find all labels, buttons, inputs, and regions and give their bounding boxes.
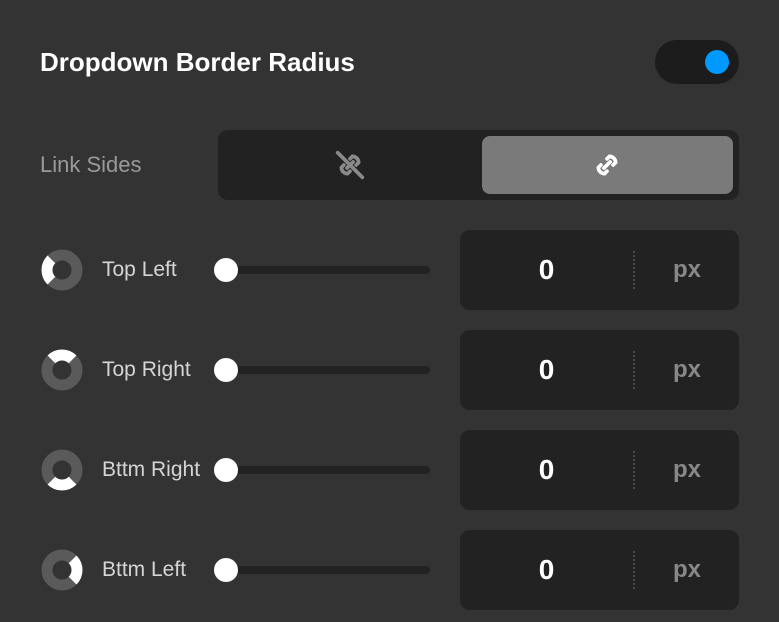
slider-thumb[interactable] — [214, 558, 238, 582]
value-number: 0 — [460, 454, 633, 486]
unlink-icon — [334, 149, 366, 181]
panel-title: Dropdown Border Radius — [40, 47, 355, 78]
corner-top-right-slider[interactable] — [218, 366, 430, 374]
corner-row-top-left: Top Left 0 px — [40, 230, 739, 310]
corner-top-left-label: Top Left — [102, 257, 218, 283]
unit-select[interactable]: px — [635, 456, 739, 484]
corner-top-right-label: Top Right — [102, 357, 218, 383]
slider-thumb[interactable] — [214, 258, 238, 282]
link-sides-button[interactable] — [482, 136, 734, 194]
toggle-knob — [705, 50, 729, 74]
corner-bottom-right-slider[interactable] — [218, 466, 430, 474]
unit-select[interactable]: px — [635, 356, 739, 384]
corner-top-right-value-input[interactable]: 0 px — [460, 330, 739, 410]
corner-bottom-right-label: Bttm Right — [102, 457, 218, 483]
corner-row-bottom-left: Bttm Left 0 px — [40, 530, 739, 610]
corner-bottom-left-label: Bttm Left — [102, 557, 218, 583]
corner-bottom-right-value-input[interactable]: 0 px — [460, 430, 739, 510]
corner-bottom-right-icon — [40, 448, 84, 492]
slider-thumb[interactable] — [214, 358, 238, 382]
slider-thumb[interactable] — [214, 458, 238, 482]
corner-top-left-slider[interactable] — [218, 266, 430, 274]
corner-top-left-value-input[interactable]: 0 px — [460, 230, 739, 310]
enable-toggle[interactable] — [655, 40, 739, 84]
corner-row-top-right: Top Right 0 px — [40, 330, 739, 410]
value-number: 0 — [460, 354, 633, 386]
value-number: 0 — [460, 554, 633, 586]
value-number: 0 — [460, 254, 633, 286]
link-sides-label: Link Sides — [40, 152, 218, 178]
unit-select[interactable]: px — [635, 556, 739, 584]
corner-row-bottom-right: Bttm Right 0 px — [40, 430, 739, 510]
corner-bottom-left-icon — [40, 548, 84, 592]
unit-select[interactable]: px — [635, 256, 739, 284]
corner-top-left-icon — [40, 248, 84, 292]
corner-bottom-left-slider[interactable] — [218, 566, 430, 574]
link-sides-segmented — [218, 130, 739, 200]
link-icon — [591, 149, 623, 181]
unlink-sides-button[interactable] — [224, 136, 476, 194]
corner-top-right-icon — [40, 348, 84, 392]
corner-bottom-left-value-input[interactable]: 0 px — [460, 530, 739, 610]
